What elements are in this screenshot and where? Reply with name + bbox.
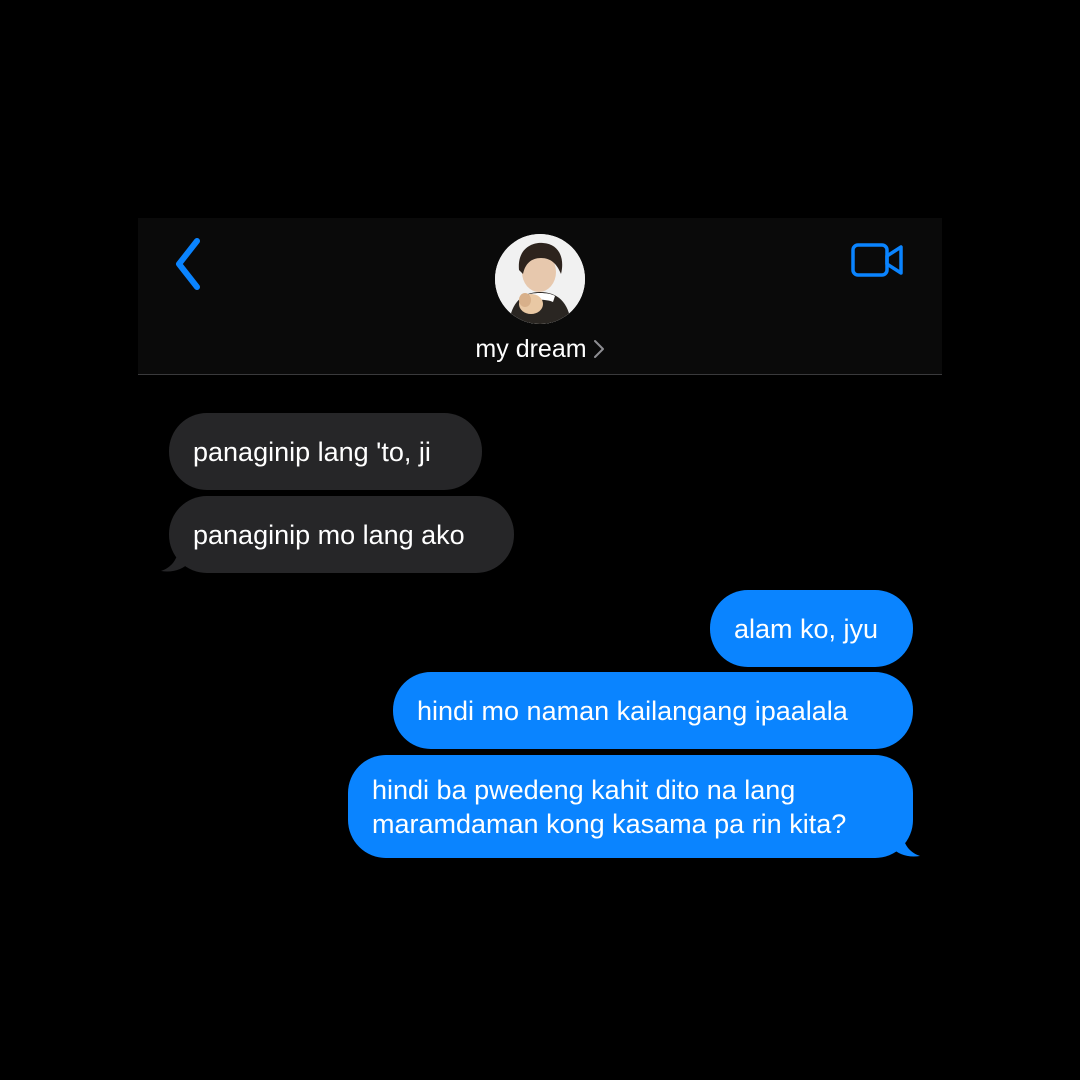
chevron-left-icon — [176, 238, 200, 290]
message-bubble-sent[interactable]: alam ko, jyu — [710, 590, 913, 667]
message-text: panaginip mo lang ako — [193, 519, 465, 550]
contact-name: my dream — [475, 334, 587, 363]
message-text-line: maramdaman kong kasama pa rin kita? — [372, 808, 847, 839]
message-text: alam ko, jyu — [734, 613, 879, 644]
back-button[interactable] — [166, 236, 210, 292]
message-bubble-sent[interactable]: hindi ba pwedeng kahit dito na lang mara… — [348, 755, 913, 858]
chat-header: my dream — [138, 218, 942, 375]
message-text-line: hindi ba pwedeng kahit dito na lang — [372, 774, 796, 805]
chevron-right-icon — [593, 340, 604, 358]
video-camera-icon — [851, 243, 903, 277]
avatar[interactable] — [495, 234, 585, 324]
avatar-photo — [495, 234, 585, 324]
message-bubble-received[interactable]: panaginip lang 'to, ji — [169, 413, 482, 490]
video-call-button[interactable] — [846, 236, 910, 284]
contact-name-link[interactable]: my dream — [390, 332, 690, 366]
message-text: hindi mo naman kailangang ipaalala — [417, 695, 848, 726]
message-text: panaginip lang 'to, ji — [193, 436, 431, 467]
chat-window: my dream panaginip lang 'to, ji panagini… — [138, 218, 942, 918]
bubble-tail-received — [161, 543, 189, 572]
message-bubble-received[interactable]: panaginip mo lang ako — [169, 496, 514, 573]
message-bubble-sent[interactable]: hindi mo naman kailangang ipaalala — [393, 672, 913, 749]
bubble-tail-sent — [892, 828, 920, 857]
